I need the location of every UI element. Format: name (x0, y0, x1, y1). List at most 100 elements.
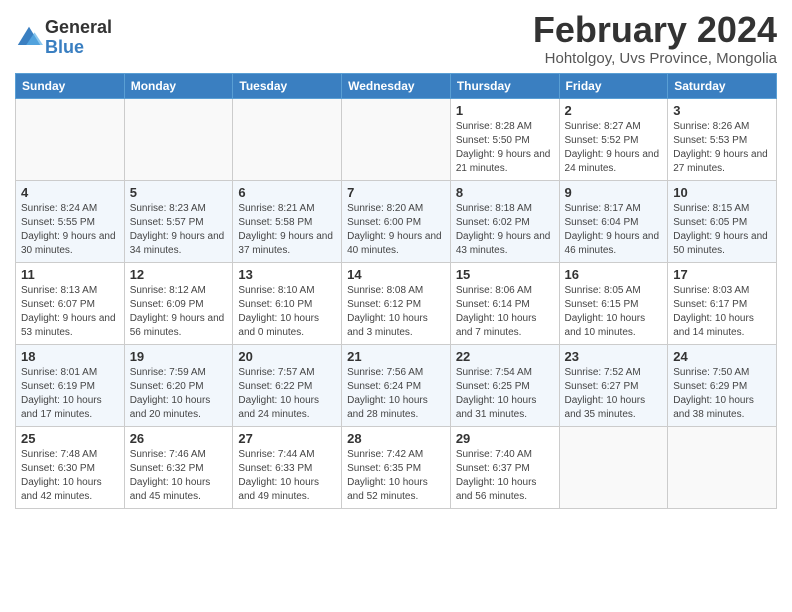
week-row-1: 1 Sunrise: 8:28 AM Sunset: 5:50 PM Daylig… (16, 98, 777, 180)
title-block: February 2024 Hohtolgoy, Uvs Province, M… (533, 10, 777, 67)
day-info: Sunrise: 7:50 AM Sunset: 6:29 PM Dayligh… (673, 366, 771, 422)
day-cell: 22 Sunrise: 7:54 AM Sunset: 6:25 PM Dayli… (450, 344, 559, 426)
day-info: Sunrise: 8:17 AM Sunset: 6:04 PM Dayligh… (565, 202, 663, 258)
day-info: Sunrise: 8:13 AM Sunset: 6:07 PM Dayligh… (21, 284, 119, 340)
day-info: Sunrise: 8:26 AM Sunset: 5:53 PM Dayligh… (673, 120, 771, 176)
day-number: 7 (347, 185, 445, 200)
week-row-3: 11 Sunrise: 8:13 AM Sunset: 6:07 PM Dayli… (16, 262, 777, 344)
day-cell (342, 98, 451, 180)
day-info: Sunrise: 8:10 AM Sunset: 6:10 PM Dayligh… (238, 284, 336, 340)
day-cell: 23 Sunrise: 7:52 AM Sunset: 6:27 PM Dayli… (559, 344, 668, 426)
day-number: 6 (238, 185, 336, 200)
day-info: Sunrise: 7:54 AM Sunset: 6:25 PM Dayligh… (456, 366, 554, 422)
day-info: Sunrise: 7:57 AM Sunset: 6:22 PM Dayligh… (238, 366, 336, 422)
day-cell: 29Sunrise: 7:40 AM Sunset: 6:37 PM Dayli… (450, 426, 559, 508)
day-info: Sunrise: 7:44 AM Sunset: 6:33 PM Dayligh… (238, 448, 336, 504)
col-header-friday: Friday (559, 73, 668, 98)
day-info: Sunrise: 8:15 AM Sunset: 6:05 PM Dayligh… (673, 202, 771, 258)
logo: General Blue (15, 18, 112, 58)
day-info: Sunrise: 7:42 AM Sunset: 6:35 PM Dayligh… (347, 448, 445, 504)
day-info: Sunrise: 7:46 AM Sunset: 6:32 PM Dayligh… (130, 448, 228, 504)
day-cell (559, 426, 668, 508)
col-header-thursday: Thursday (450, 73, 559, 98)
day-number: 10 (673, 185, 771, 200)
day-number: 16 (565, 267, 663, 282)
logo-blue-text: Blue (45, 38, 112, 58)
day-cell: 12Sunrise: 8:12 AM Sunset: 6:09 PM Dayli… (124, 262, 233, 344)
week-row-5: 25Sunrise: 7:48 AM Sunset: 6:30 PM Dayli… (16, 426, 777, 508)
day-number: 27 (238, 431, 336, 446)
day-number: 11 (21, 267, 119, 282)
day-number: 3 (673, 103, 771, 118)
day-number: 15 (456, 267, 554, 282)
day-cell (668, 426, 777, 508)
day-info: Sunrise: 8:05 AM Sunset: 6:15 PM Dayligh… (565, 284, 663, 340)
day-cell: 26Sunrise: 7:46 AM Sunset: 6:32 PM Dayli… (124, 426, 233, 508)
day-cell: 1 Sunrise: 8:28 AM Sunset: 5:50 PM Daylig… (450, 98, 559, 180)
day-info: Sunrise: 8:20 AM Sunset: 6:00 PM Dayligh… (347, 202, 445, 258)
day-number: 24 (673, 349, 771, 364)
day-info: Sunrise: 7:59 AM Sunset: 6:20 PM Dayligh… (130, 366, 228, 422)
col-header-tuesday: Tuesday (233, 73, 342, 98)
day-info: Sunrise: 8:03 AM Sunset: 6:17 PM Dayligh… (673, 284, 771, 340)
logo-icon (15, 24, 43, 52)
day-cell: 20 Sunrise: 7:57 AM Sunset: 6:22 PM Dayli… (233, 344, 342, 426)
day-number: 19 (130, 349, 228, 364)
day-info: Sunrise: 8:01 AM Sunset: 6:19 PM Dayligh… (21, 366, 119, 422)
page: General Blue February 2024 Hohtolgoy, Uv… (0, 0, 792, 519)
day-info: Sunrise: 8:28 AM Sunset: 5:50 PM Dayligh… (456, 120, 554, 176)
day-cell: 21 Sunrise: 7:56 AM Sunset: 6:24 PM Dayli… (342, 344, 451, 426)
day-cell (124, 98, 233, 180)
day-cell: 14Sunrise: 8:08 AM Sunset: 6:12 PM Dayli… (342, 262, 451, 344)
day-number: 13 (238, 267, 336, 282)
header-row: SundayMondayTuesdayWednesdayThursdayFrid… (16, 73, 777, 98)
col-header-wednesday: Wednesday (342, 73, 451, 98)
day-info: Sunrise: 8:21 AM Sunset: 5:58 PM Dayligh… (238, 202, 336, 258)
day-info: Sunrise: 8:27 AM Sunset: 5:52 PM Dayligh… (565, 120, 663, 176)
day-number: 4 (21, 185, 119, 200)
day-number: 18 (21, 349, 119, 364)
day-cell: 18 Sunrise: 8:01 AM Sunset: 6:19 PM Dayli… (16, 344, 125, 426)
day-cell: 6 Sunrise: 8:21 AM Sunset: 5:58 PM Daylig… (233, 180, 342, 262)
day-cell: 11 Sunrise: 8:13 AM Sunset: 6:07 PM Dayli… (16, 262, 125, 344)
col-header-saturday: Saturday (668, 73, 777, 98)
day-cell: 7 Sunrise: 8:20 AM Sunset: 6:00 PM Daylig… (342, 180, 451, 262)
day-cell: 25Sunrise: 7:48 AM Sunset: 6:30 PM Dayli… (16, 426, 125, 508)
week-row-2: 4Sunrise: 8:24 AM Sunset: 5:55 PM Daylig… (16, 180, 777, 262)
day-number: 1 (456, 103, 554, 118)
day-cell: 28Sunrise: 7:42 AM Sunset: 6:35 PM Dayli… (342, 426, 451, 508)
day-number: 2 (565, 103, 663, 118)
day-cell: 19 Sunrise: 7:59 AM Sunset: 6:20 PM Dayli… (124, 344, 233, 426)
location: Hohtolgoy, Uvs Province, Mongolia (533, 50, 777, 67)
col-header-sunday: Sunday (16, 73, 125, 98)
day-cell: 10 Sunrise: 8:15 AM Sunset: 6:05 PM Dayli… (668, 180, 777, 262)
day-info: Sunrise: 7:56 AM Sunset: 6:24 PM Dayligh… (347, 366, 445, 422)
week-row-4: 18 Sunrise: 8:01 AM Sunset: 6:19 PM Dayli… (16, 344, 777, 426)
day-info: Sunrise: 7:48 AM Sunset: 6:30 PM Dayligh… (21, 448, 119, 504)
day-info: Sunrise: 8:18 AM Sunset: 6:02 PM Dayligh… (456, 202, 554, 258)
month-title: February 2024 (533, 10, 777, 50)
day-cell: 15 Sunrise: 8:06 AM Sunset: 6:14 PM Dayli… (450, 262, 559, 344)
logo-general-text: General (45, 18, 112, 38)
calendar-table: SundayMondayTuesdayWednesdayThursdayFrid… (15, 73, 777, 509)
day-info: Sunrise: 7:52 AM Sunset: 6:27 PM Dayligh… (565, 366, 663, 422)
day-number: 29 (456, 431, 554, 446)
day-number: 9 (565, 185, 663, 200)
day-cell: 3 Sunrise: 8:26 AM Sunset: 5:53 PM Daylig… (668, 98, 777, 180)
day-number: 22 (456, 349, 554, 364)
day-cell: 13 Sunrise: 8:10 AM Sunset: 6:10 PM Dayli… (233, 262, 342, 344)
day-number: 12 (130, 267, 228, 282)
day-number: 8 (456, 185, 554, 200)
day-number: 23 (565, 349, 663, 364)
day-info: Sunrise: 8:06 AM Sunset: 6:14 PM Dayligh… (456, 284, 554, 340)
day-cell: 5Sunrise: 8:23 AM Sunset: 5:57 PM Daylig… (124, 180, 233, 262)
day-cell: 4Sunrise: 8:24 AM Sunset: 5:55 PM Daylig… (16, 180, 125, 262)
day-cell: 17 Sunrise: 8:03 AM Sunset: 6:17 PM Dayli… (668, 262, 777, 344)
day-cell: 24 Sunrise: 7:50 AM Sunset: 6:29 PM Dayli… (668, 344, 777, 426)
day-number: 20 (238, 349, 336, 364)
day-cell: 9 Sunrise: 8:17 AM Sunset: 6:04 PM Daylig… (559, 180, 668, 262)
day-number: 14 (347, 267, 445, 282)
day-number: 17 (673, 267, 771, 282)
day-number: 21 (347, 349, 445, 364)
day-cell: 2 Sunrise: 8:27 AM Sunset: 5:52 PM Daylig… (559, 98, 668, 180)
